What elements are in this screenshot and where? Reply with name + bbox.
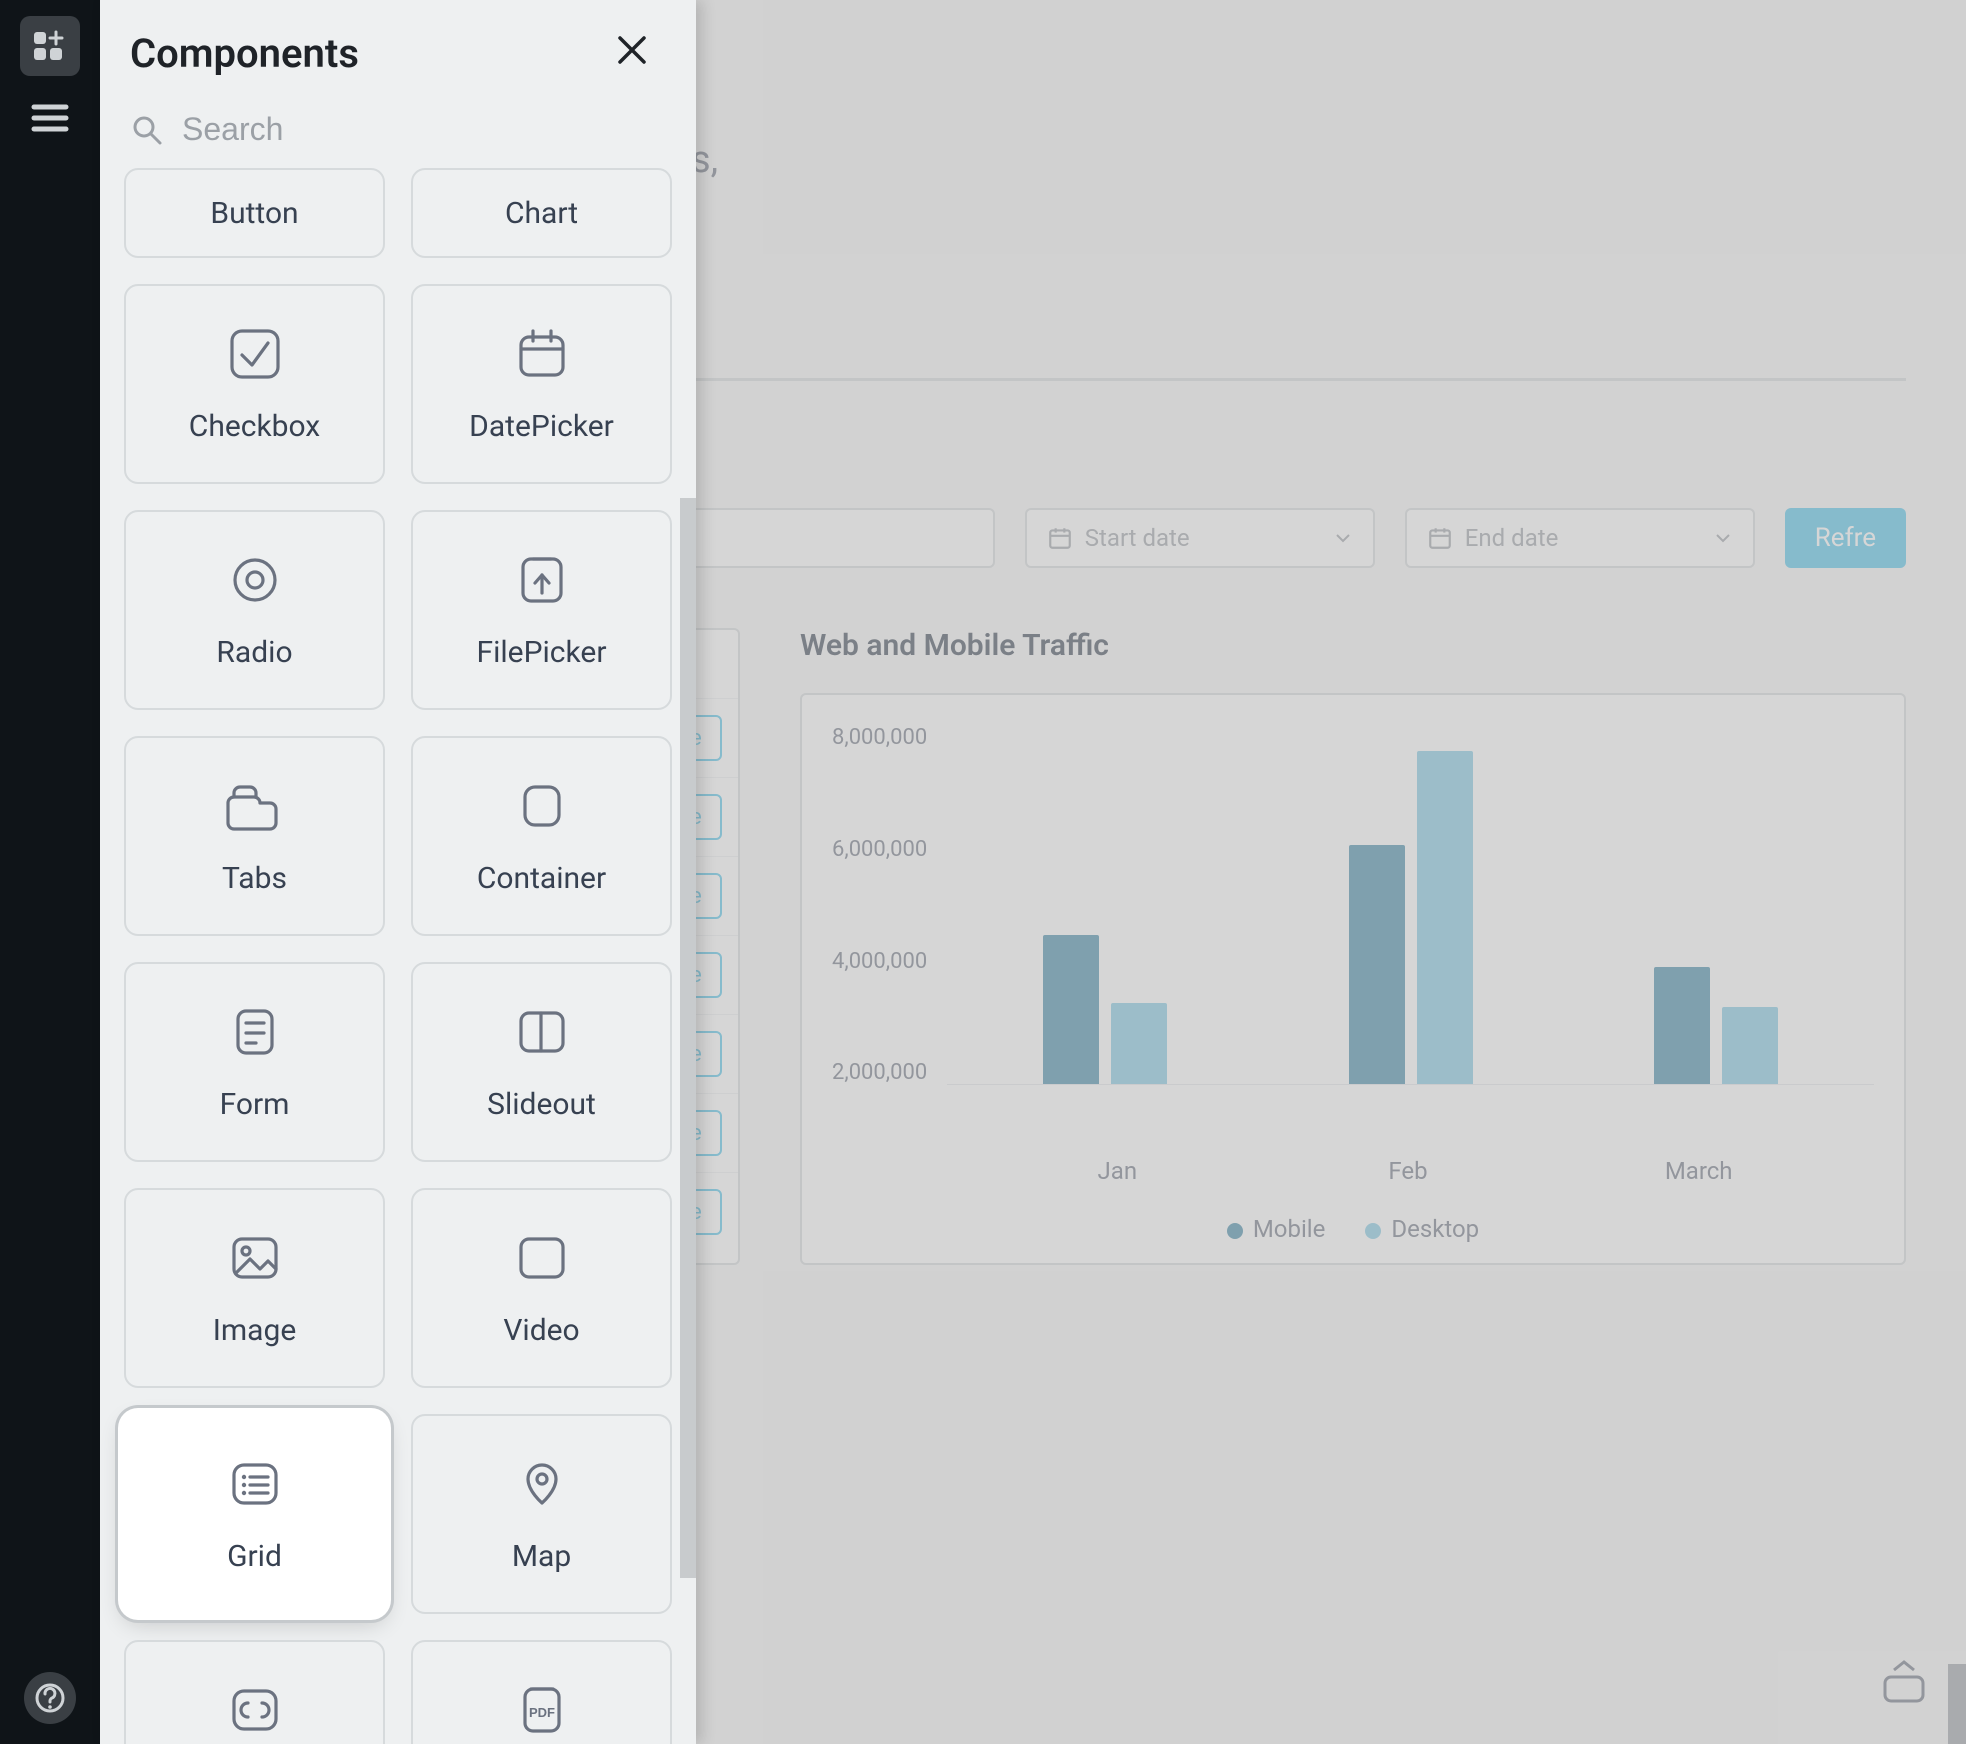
component-card-filepicker[interactable]: FilePicker xyxy=(411,510,672,710)
panel-scrollbar-thumb[interactable] xyxy=(680,498,696,1578)
component-label: Image xyxy=(213,1313,297,1348)
component-label: DatePicker xyxy=(469,409,614,444)
legend-label-mobile: Mobile xyxy=(1253,1215,1326,1243)
chart-legend: Mobile Desktop xyxy=(832,1215,1874,1243)
components-panel: Components Button Chart Checkbox DatePicker… xyxy=(100,0,696,1744)
chevron-up-icon xyxy=(1890,1658,1918,1672)
code-icon xyxy=(226,1681,284,1743)
grid-icon xyxy=(226,1455,284,1517)
component-card-button[interactable]: Button xyxy=(124,168,385,258)
pdf-icon: PDF xyxy=(513,1681,571,1743)
bar-mobile xyxy=(1654,967,1710,1084)
close-button[interactable] xyxy=(612,30,652,77)
video-icon xyxy=(513,1229,571,1291)
end-date-input[interactable]: End date xyxy=(1405,508,1755,568)
content-scrollbar-thumb[interactable] xyxy=(1948,1664,1966,1744)
components-panel-title: Components xyxy=(130,30,359,77)
bar-group xyxy=(977,935,1233,1084)
chart-title: Web and Mobile Traffic xyxy=(800,628,1906,663)
rail-add-component-button[interactable] xyxy=(20,16,80,76)
bar-desktop xyxy=(1722,1007,1778,1084)
component-label: Form xyxy=(220,1087,290,1122)
component-label: Container xyxy=(477,861,606,896)
component-label: Tabs xyxy=(222,861,287,896)
chevron-down-icon xyxy=(1713,528,1733,548)
menu-icon xyxy=(30,101,70,135)
component-label: Button xyxy=(210,196,298,231)
calendar-icon xyxy=(1047,525,1073,551)
slideout-icon xyxy=(513,1003,571,1065)
legend-dot-desktop xyxy=(1365,1223,1381,1239)
bar-desktop xyxy=(1417,751,1473,1084)
component-card-codeeditor[interactable]: Code Editor xyxy=(124,1640,385,1744)
left-rail xyxy=(0,0,100,1744)
bar-mobile xyxy=(1349,845,1405,1084)
bar-desktop xyxy=(1111,1003,1167,1084)
calendar-icon xyxy=(513,325,571,387)
component-label: Checkbox xyxy=(189,409,320,444)
component-card-pdfviewer[interactable]: PDFPDF Viewer xyxy=(411,1640,672,1744)
component-card-checkbox[interactable]: Checkbox xyxy=(124,284,385,484)
component-card-container[interactable]: Container xyxy=(411,736,672,936)
x-tick: Feb xyxy=(1263,1145,1554,1185)
tablet-icon xyxy=(1882,1674,1926,1704)
y-tick: 6,000,000 xyxy=(832,837,927,862)
footer-resize-tool[interactable] xyxy=(1882,1658,1926,1704)
component-card-grid[interactable]: Grid xyxy=(124,1414,385,1614)
map-icon xyxy=(513,1455,571,1517)
component-card-slideout[interactable]: Slideout xyxy=(411,962,672,1162)
component-card-map[interactable]: Map xyxy=(411,1414,672,1614)
svg-text:PDF: PDF xyxy=(529,1705,555,1720)
component-card-datepicker[interactable]: DatePicker xyxy=(411,284,672,484)
component-card-radio[interactable]: Radio xyxy=(124,510,385,710)
search-icon xyxy=(130,113,164,147)
component-label: Slideout xyxy=(487,1087,596,1122)
component-label: Map xyxy=(512,1539,571,1574)
chart-card: 8,000,000 6,000,000 4,000,000 2,000,000 Jan… xyxy=(800,693,1906,1265)
radio-icon xyxy=(226,551,284,613)
form-icon xyxy=(226,1003,284,1065)
y-tick: 8,000,000 xyxy=(832,725,927,750)
y-tick: 4,000,000 xyxy=(832,949,927,974)
image-icon xyxy=(226,1229,284,1291)
components-list[interactable]: Button Chart Checkbox DatePicker Radio FilePi… xyxy=(100,168,696,1744)
rail-menu-button[interactable] xyxy=(20,88,80,148)
component-card-image[interactable]: Image xyxy=(124,1188,385,1388)
tabs-icon xyxy=(226,777,284,839)
component-label: Grid xyxy=(227,1539,282,1574)
y-tick: 2,000,000 xyxy=(832,1060,927,1085)
chart-x-axis: JanFebMarch xyxy=(942,1145,1874,1185)
upload-icon xyxy=(513,551,571,613)
legend-label-desktop: Desktop xyxy=(1391,1215,1479,1243)
component-label: Radio xyxy=(216,635,292,670)
legend-dot-mobile xyxy=(1227,1223,1243,1239)
bar-group xyxy=(1588,967,1844,1084)
chevron-down-icon xyxy=(1333,528,1353,548)
component-label: Chart xyxy=(505,196,578,231)
container-icon xyxy=(513,777,571,839)
component-card-tabs[interactable]: Tabs xyxy=(124,736,385,936)
x-tick: March xyxy=(1553,1145,1844,1185)
component-card-chart[interactable]: Chart xyxy=(411,168,672,258)
help-icon xyxy=(35,1683,65,1713)
chart-y-axis: 8,000,000 6,000,000 4,000,000 2,000,000 xyxy=(832,725,947,1085)
close-icon xyxy=(612,30,652,70)
checkbox-icon xyxy=(226,325,284,387)
component-card-form[interactable]: Form xyxy=(124,962,385,1162)
add-blocks-icon xyxy=(30,26,70,66)
start-date-input[interactable]: Start date xyxy=(1025,508,1375,568)
component-label: FilePicker xyxy=(477,635,607,670)
component-label: Video xyxy=(503,1313,579,1348)
chart-plot xyxy=(947,725,1874,1085)
component-card-video[interactable]: Video xyxy=(411,1188,672,1388)
bar-group xyxy=(1283,751,1539,1084)
rail-help-button[interactable] xyxy=(24,1672,76,1724)
bar-mobile xyxy=(1043,935,1099,1084)
refresh-button[interactable]: Refre xyxy=(1785,508,1906,568)
x-tick: Jan xyxy=(972,1145,1263,1185)
calendar-icon xyxy=(1427,525,1453,551)
components-search-input[interactable] xyxy=(182,111,666,148)
